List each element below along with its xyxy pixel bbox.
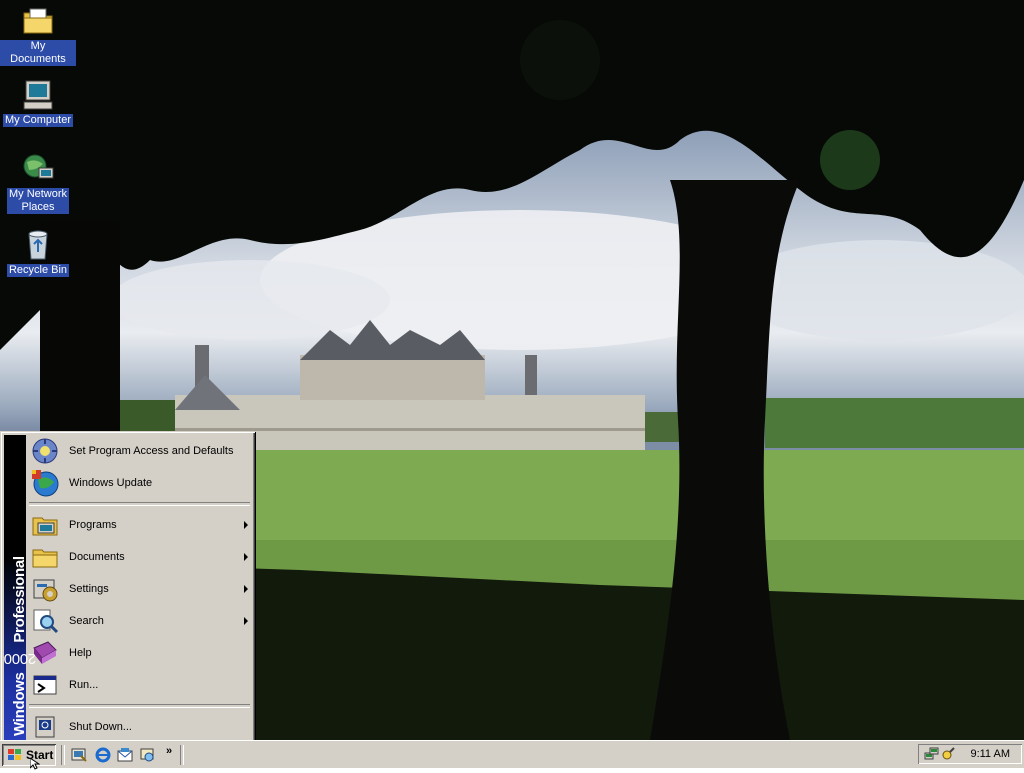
- settings-icon: [29, 573, 61, 605]
- start-menu-items: Set Program Access and Defaults Windows …: [27, 435, 252, 743]
- menu-item-documents[interactable]: Documents: [27, 541, 252, 573]
- recycle-bin-icon: [21, 228, 55, 262]
- submenu-arrow-icon: [244, 617, 248, 625]
- menu-item-label: Run...: [69, 679, 99, 691]
- taskbar-grip[interactable]: [180, 745, 184, 765]
- desktop-icon-my-documents[interactable]: My Documents: [0, 4, 76, 66]
- desktop-icon-label: My Documents: [0, 40, 76, 66]
- menu-item-label: Help: [69, 647, 92, 659]
- menu-separator: [29, 704, 250, 708]
- windows-flag-icon: [7, 748, 23, 762]
- help-icon: [29, 637, 61, 669]
- desktop-icon-my-computer[interactable]: My Computer: [0, 78, 76, 127]
- submenu-arrow-icon: [244, 553, 248, 561]
- quick-launch-overflow-chevron[interactable]: »: [166, 745, 172, 757]
- documents-icon: [29, 541, 61, 573]
- submenu-arrow-icon: [244, 521, 248, 529]
- desktop-icon-label: My Network Places: [6, 188, 70, 214]
- search-icon: [29, 605, 61, 637]
- submenu-arrow-icon: [244, 585, 248, 593]
- computer-icon: [21, 78, 55, 112]
- start-menu: Windows 2000 Professional Set Program Ac…: [0, 431, 255, 743]
- menu-item-windows-update[interactable]: Windows Update: [27, 467, 252, 499]
- taskbar: Start » 9:11 AM: [0, 740, 1024, 768]
- menu-item-label: Settings: [69, 583, 109, 595]
- menu-item-shut-down[interactable]: Shut Down...: [27, 711, 252, 743]
- menu-item-label: Windows Update: [69, 477, 153, 489]
- desktop-icon-recycle-bin[interactable]: Recycle Bin: [0, 228, 76, 277]
- menu-item-label: Documents: [69, 551, 125, 563]
- banner-brand: Windows: [11, 672, 29, 736]
- menu-item-search[interactable]: Search: [27, 605, 252, 637]
- run-icon: [29, 669, 61, 701]
- media-icon[interactable]: [139, 746, 157, 764]
- mouse-cursor-icon: [29, 757, 41, 773]
- menu-separator: [29, 502, 250, 506]
- start-button[interactable]: Start: [2, 744, 56, 766]
- folder-documents-icon: [21, 4, 55, 38]
- system-tray: 9:11 AM: [918, 744, 1022, 764]
- menu-item-run[interactable]: Run...: [27, 669, 252, 701]
- desktop-icon-my-network-places[interactable]: My Network Places: [0, 152, 76, 214]
- menu-item-set-program-access[interactable]: Set Program Access and Defaults: [27, 435, 252, 467]
- show-desktop-icon[interactable]: [70, 746, 88, 764]
- start-menu-banner: Windows 2000 Professional: [4, 435, 36, 740]
- taskbar-grip[interactable]: [61, 745, 65, 765]
- windows-update-icon: [29, 467, 61, 499]
- programs-icon: [29, 509, 61, 541]
- menu-item-programs[interactable]: Programs: [27, 509, 252, 541]
- desktop-icon-label: My Computer: [2, 114, 74, 127]
- shutdown-icon: [29, 711, 61, 743]
- internet-explorer-icon[interactable]: [94, 746, 112, 764]
- menu-item-help[interactable]: Help: [27, 637, 252, 669]
- menu-item-label: Set Program Access and Defaults: [69, 445, 234, 457]
- program-access-icon: [29, 435, 61, 467]
- banner-edition: Professional: [11, 556, 29, 643]
- network-icon: [21, 152, 55, 186]
- menu-item-label: Search: [69, 615, 104, 627]
- volume-tray-icon[interactable]: [940, 746, 956, 765]
- menu-item-label: Programs: [69, 519, 117, 531]
- network-tray-icon[interactable]: [924, 746, 940, 765]
- desktop-icon-label: Recycle Bin: [6, 264, 70, 277]
- menu-item-settings[interactable]: Settings: [27, 573, 252, 605]
- menu-item-label: Shut Down...: [69, 721, 132, 733]
- clock[interactable]: 9:11 AM: [970, 748, 1010, 760]
- outlook-express-icon[interactable]: [116, 746, 134, 764]
